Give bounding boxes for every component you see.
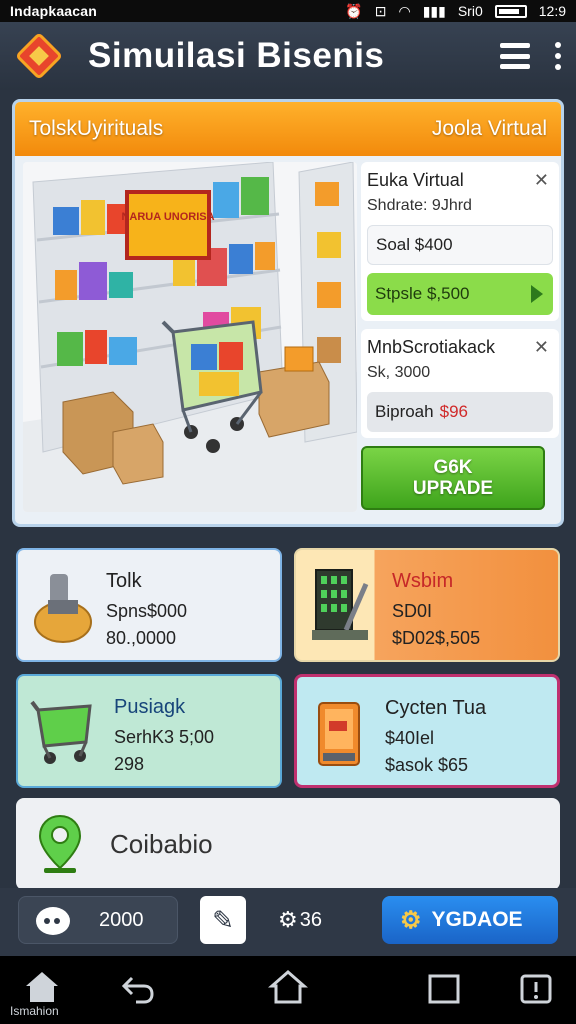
store-item-card: MnbScrotiakack ✕ Sk, 3000 Biproah $96 xyxy=(361,329,559,438)
store-item-price: Soal $400 xyxy=(367,225,553,265)
hamburger-menu-icon[interactable] xyxy=(500,43,530,69)
edit-icon: ✎ xyxy=(212,904,234,935)
stat-line2: 298 xyxy=(114,754,145,774)
upgrade-button[interactable]: G6K UPRADE xyxy=(361,446,545,510)
home-nav-label: Ismahion xyxy=(10,1004,59,1018)
stat-line1: Spns$000 xyxy=(106,601,188,621)
upgrade-line1: G6K xyxy=(433,457,473,478)
store-item-title: MnbScrotiakack xyxy=(367,337,496,357)
vending-icon xyxy=(318,702,360,766)
stat-line1: SerhK3 5;00 xyxy=(114,727,215,747)
cart-icon xyxy=(30,700,92,764)
store-item-subtitle: Shdrate: 9Jhrd xyxy=(367,197,472,214)
stat-line2: $asok $65 xyxy=(385,755,469,775)
price-prefix: Biproah xyxy=(375,402,434,421)
stat-line2: 80.,0000 xyxy=(106,628,177,648)
stat-card-cycten[interactable]: Cycten Tua $40Iel $asok $65 xyxy=(294,674,560,788)
signal-icon: ▮▮▮ xyxy=(422,2,446,19)
store-item-subtitle: Sk, 3000 xyxy=(367,364,431,381)
status-bar: Indapkaacan ⏰ ⊡ ◠ ▮▮▮ Sri0 12:9 xyxy=(0,0,576,22)
more-options-icon[interactable] xyxy=(554,42,562,70)
buy-button[interactable]: Stpsle $,500 xyxy=(367,273,553,315)
stat-title: Pusiagk xyxy=(114,696,186,718)
stat-card-tolk[interactable]: Tolk Spns$000 80.,0000 xyxy=(16,548,282,662)
app-bar: Simuilasi Bisenis xyxy=(0,22,576,90)
store-item-card: Euka Virtual ✕ Shdrate: 9Jhrd Soal $400 … xyxy=(361,162,559,321)
store-header-left: TolskUyirituals xyxy=(29,117,164,140)
machine-icon xyxy=(312,569,369,640)
app-title: Simuilasi Bisenis xyxy=(88,36,385,75)
store-sign-text: NARUA UNORISA xyxy=(121,211,214,223)
store-item-price: Biproah $96 xyxy=(367,392,553,432)
stat-title: Tolk xyxy=(106,570,142,592)
gear-icon: ⚙ xyxy=(400,906,422,934)
system-nav-bar xyxy=(0,956,576,1024)
signal-text: Sri0 xyxy=(457,3,483,19)
home-icon[interactable] xyxy=(22,968,62,1008)
gear-icon: ⚙ xyxy=(278,907,298,932)
stat-card-wsbim[interactable]: Wsbim SD0I $D02$,505 xyxy=(294,548,560,662)
settings-count: 36 xyxy=(299,908,322,931)
nfc-icon: ⊡ xyxy=(374,2,387,19)
cloud-chat-icon xyxy=(36,907,70,935)
stat-title: Wsbim xyxy=(392,570,454,592)
store-header: TolskUyirituals Joola Virtual xyxy=(15,102,561,156)
mixer-icon xyxy=(34,574,92,643)
coins-count: 2000 xyxy=(99,908,144,931)
stat-line2: $D02$,505 xyxy=(392,628,481,648)
location-banner[interactable]: Coibabio xyxy=(16,798,560,890)
stat-line1: SD0I xyxy=(392,601,433,621)
recents-icon[interactable] xyxy=(424,968,464,1008)
wifi-icon: ◠ xyxy=(398,2,411,19)
alarm-icon: ⏰ xyxy=(345,2,363,19)
close-icon[interactable]: ✕ xyxy=(534,170,549,191)
store-shelves-image: NARUA UNORISA xyxy=(23,162,357,512)
back-icon[interactable] xyxy=(118,968,158,1008)
store-illustration: NARUA UNORISA xyxy=(23,162,357,512)
status-bar-label: Indapkaacan xyxy=(10,3,98,19)
coins-counter[interactable]: 2000 xyxy=(18,896,178,944)
app-logo-icon xyxy=(14,31,64,81)
stat-card-pusiagk[interactable]: Pusiagk SerhK3 5;00 298 xyxy=(16,674,282,788)
house-outline-icon[interactable] xyxy=(268,968,308,1008)
store-header-right: Joola Virtual xyxy=(431,117,547,140)
toolbar-upgrade-label: YGDAOE xyxy=(431,908,523,931)
buy-button-label: Stpsle $,500 xyxy=(375,284,470,303)
settings-counter[interactable]: ⚙ 36 xyxy=(278,896,322,944)
notification-icon[interactable] xyxy=(516,968,556,1008)
bottom-toolbar: 2000 ✎ ⚙ 36 ⚙ YGDAOE xyxy=(0,888,576,956)
store-item-title: Euka Virtual xyxy=(367,170,464,190)
close-icon[interactable]: ✕ xyxy=(534,337,549,358)
stat-line1: $40Iel xyxy=(385,728,435,748)
store-side-cards: Euka Virtual ✕ Shdrate: 9Jhrd Soal $400 … xyxy=(361,162,559,510)
play-icon xyxy=(531,285,543,303)
banner-label: Coibabio xyxy=(110,828,213,859)
upgrade-line2: UPRADE xyxy=(412,478,494,499)
map-pin-icon xyxy=(38,814,82,873)
status-time: 12:9 xyxy=(538,3,566,19)
toolbar-upgrade-button[interactable]: ⚙ YGDAOE xyxy=(382,896,558,944)
stat-title: Cycten Tua xyxy=(385,697,487,719)
battery-icon xyxy=(494,4,527,18)
edit-button[interactable]: ✎ xyxy=(200,896,246,944)
store-panel: TolskUyirituals Joola Virtual NARUA UNOR… xyxy=(12,99,564,527)
price-value: $96 xyxy=(439,402,468,421)
